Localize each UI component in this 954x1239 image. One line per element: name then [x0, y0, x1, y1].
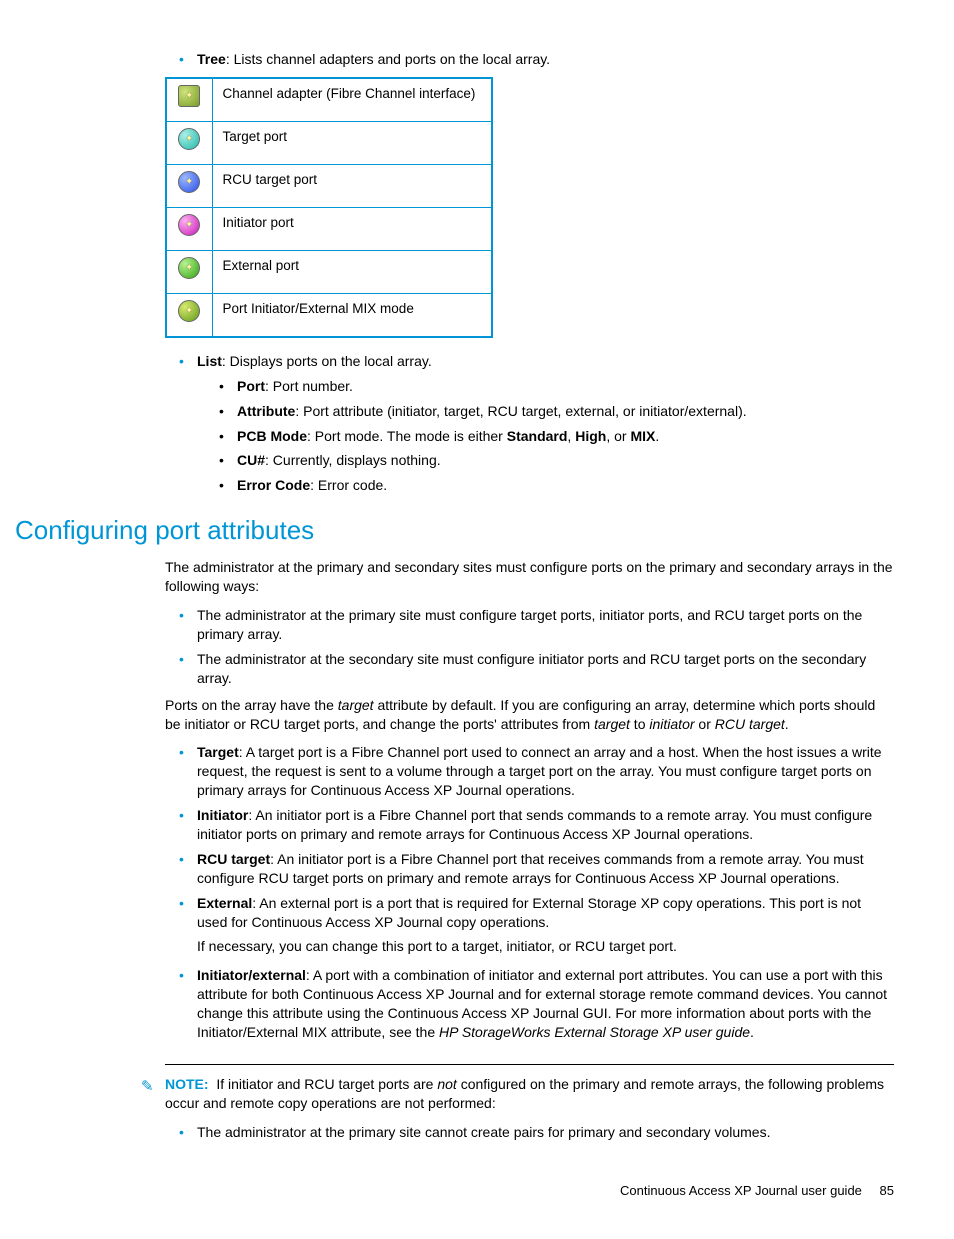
list-desc: : Displays ports on the local array. — [222, 353, 432, 369]
footer-title: Continuous Access XP Journal user guide — [620, 1183, 862, 1198]
port-type-external: External: An external port is a port tha… — [179, 894, 894, 957]
note-label: NOTE: — [165, 1076, 209, 1092]
external-extra: If necessary, you can change this port t… — [197, 937, 894, 956]
icon-legend-table: Channel adapter (Fibre Channel interface… — [165, 77, 493, 338]
icon-desc: Port Initiator/External MIX mode — [212, 293, 492, 337]
note-text: NOTE: If initiator and RCU target ports … — [165, 1075, 894, 1113]
list-item: CU#: Currently, displays nothing. — [219, 451, 894, 470]
list-item: Port: Port number. — [219, 377, 894, 396]
list-bullet-list: List: Displays ports on the local array.… — [165, 352, 894, 495]
section-heading: Configuring port attributes — [15, 513, 894, 548]
tree-bullet-list: Tree: Lists channel adapters and ports o… — [165, 50, 894, 69]
icon-desc: External port — [212, 250, 492, 293]
list-item: The administrator at the primary site mu… — [179, 606, 894, 644]
target-port-icon — [178, 128, 200, 150]
port-type-target: Target: A target port is a Fibre Channel… — [179, 743, 894, 800]
separator — [165, 1064, 894, 1065]
table-row: Port Initiator/External MIX mode — [166, 293, 492, 337]
note-icon: ✎ — [141, 1077, 154, 1097]
port-type-initiator-external: Initiator/external: A port with a combin… — [179, 966, 894, 1042]
list-label: List — [197, 353, 222, 369]
port-type-initiator: Initiator: An initiator port is a Fibre … — [179, 806, 894, 844]
rcu-target-port-icon — [178, 171, 200, 193]
table-row: RCU target port — [166, 164, 492, 207]
icon-desc: Channel adapter (Fibre Channel interface… — [212, 78, 492, 122]
list-item: Error Code: Error code. — [219, 476, 894, 495]
ports-default-paragraph: Ports on the array have the target attri… — [165, 696, 894, 734]
list-item: Attribute: Port attribute (initiator, ta… — [219, 402, 894, 421]
list-bullet: List: Displays ports on the local array.… — [179, 352, 894, 495]
page-footer: Continuous Access XP Journal user guide … — [90, 1182, 894, 1200]
table-row: External port — [166, 250, 492, 293]
mix-mode-port-icon — [178, 300, 200, 322]
intro-paragraph: The administrator at the primary and sec… — [165, 558, 894, 596]
external-port-icon — [178, 257, 200, 279]
channel-adapter-icon — [178, 85, 200, 107]
list-item: The administrator at the primary site ca… — [179, 1123, 894, 1142]
note-bullet-list: The administrator at the primary site ca… — [165, 1123, 894, 1142]
tree-desc: : Lists channel adapters and ports on th… — [226, 51, 550, 67]
icon-desc: Initiator port — [212, 207, 492, 250]
list-sub-items: Port: Port number. Attribute: Port attri… — [197, 377, 894, 495]
icon-desc: RCU target port — [212, 164, 492, 207]
table-row: Target port — [166, 121, 492, 164]
table-row: Channel adapter (Fibre Channel interface… — [166, 78, 492, 122]
admin-bullet-list: The administrator at the primary site mu… — [165, 606, 894, 688]
note-block: ✎ NOTE: If initiator and RCU target port… — [165, 1075, 894, 1142]
initiator-port-icon — [178, 214, 200, 236]
port-types-list: Target: A target port is a Fibre Channel… — [165, 743, 894, 1041]
icon-desc: Target port — [212, 121, 492, 164]
table-row: Initiator port — [166, 207, 492, 250]
port-type-rcu-target: RCU target: An initiator port is a Fibre… — [179, 850, 894, 888]
list-item: The administrator at the secondary site … — [179, 650, 894, 688]
tree-bullet: Tree: Lists channel adapters and ports o… — [179, 50, 894, 69]
list-item: PCB Mode: Port mode. The mode is either … — [219, 427, 894, 446]
tree-label: Tree — [197, 51, 226, 67]
page-number: 85 — [880, 1183, 894, 1198]
